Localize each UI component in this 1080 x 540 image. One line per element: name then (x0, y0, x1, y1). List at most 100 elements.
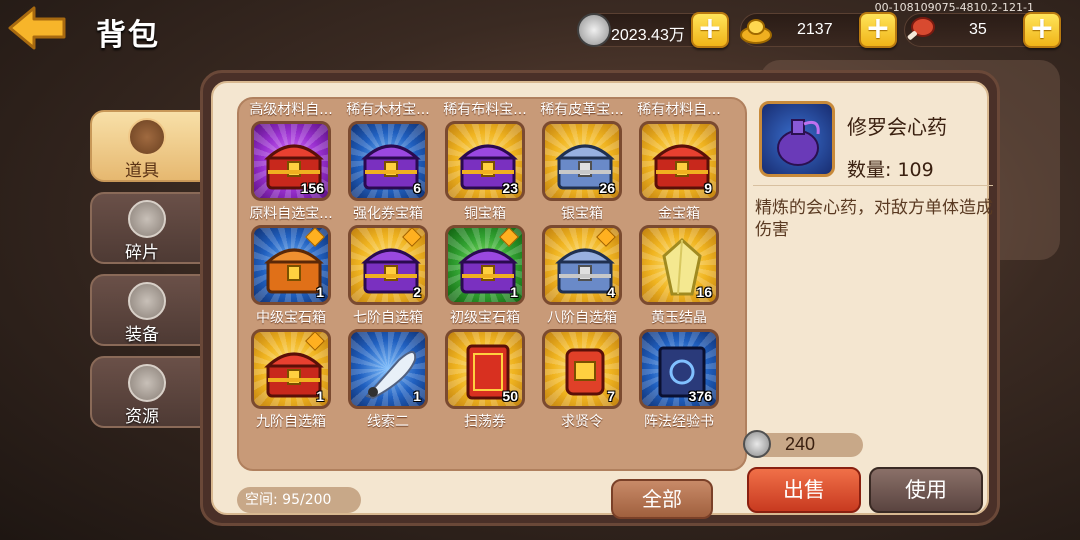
item-name: 线索二 (367, 414, 409, 430)
item-name: 七阶自选箱 (353, 310, 423, 326)
back-arrow-icon[interactable] (6, 4, 68, 52)
sell-price: 240 (743, 430, 863, 458)
item-slot[interactable]: 4 八阶自选箱 (542, 225, 622, 329)
item-name: 九阶自选箱 (256, 414, 326, 430)
item-slot[interactable]: 9 金宝箱 (639, 121, 719, 225)
item-name: 银宝箱 (561, 206, 603, 222)
filter-all-button[interactable]: 全部 (611, 479, 713, 519)
puzzle-icon (128, 200, 166, 238)
item-slot[interactable]: 376 阵法经验书 (639, 329, 719, 433)
item-name: 铜宝箱 (464, 206, 506, 222)
item-name: 阵法经验书 (644, 414, 714, 430)
item-name: 求贤令 (561, 414, 603, 430)
item-frame: 23 (445, 121, 525, 201)
item-slot[interactable]: 2稀有木材宝... (346, 99, 429, 121)
item-grid[interactable]: 10高级材料自...2稀有木材宝...6稀有布料宝...7稀有皮革宝...51稀… (237, 97, 747, 471)
stamina-currency: 35 + (904, 12, 1061, 48)
item-slot[interactable]: 16 黄玉结晶 (639, 225, 719, 329)
potion-icon (759, 101, 835, 177)
item-slot[interactable]: 10高级材料自... (249, 99, 332, 121)
item-slot[interactable]: 1 九阶自选箱 (251, 329, 331, 433)
item-count: 7 (607, 388, 615, 404)
item-frame: 2 (348, 225, 428, 305)
item-name: 高级材料自... (249, 102, 333, 118)
item-frame: 1 (251, 329, 331, 409)
item-count: 4 (607, 284, 615, 300)
item-name: 金宝箱 (658, 206, 700, 222)
add-stamina-button[interactable]: + (1023, 12, 1061, 48)
silver-value: 2023.43万 (611, 27, 685, 44)
item-slot[interactable]: 156 原料自选宝... (249, 121, 333, 225)
item-count: 156 (300, 180, 324, 196)
item-slot[interactable]: 23 铜宝箱 (445, 121, 525, 225)
item-name: 黄玉结晶 (651, 310, 707, 326)
item-frame: 16 (639, 225, 719, 305)
item-slot[interactable]: 26 银宝箱 (542, 121, 622, 225)
tab-items-label: 道具 (125, 161, 159, 181)
item-slot[interactable]: 51稀有材料自... (637, 99, 720, 121)
tab-resources[interactable]: 资源 (90, 356, 204, 428)
inventory-panel: 10高级材料自...2稀有木材宝...6稀有布料宝...7稀有皮革宝...51稀… (200, 70, 1000, 526)
item-slot[interactable]: 6稀有布料宝... (443, 99, 526, 121)
silver-coin-icon (743, 430, 771, 458)
tab-fragments-label: 碎片 (125, 243, 159, 263)
meat-stamina-icon (907, 17, 935, 40)
tab-equipment[interactable]: 装备 (90, 274, 204, 346)
item-frame: 1 (445, 225, 525, 305)
gold-value: 2137 (797, 21, 833, 38)
item-frame: 7 (542, 329, 622, 409)
item-name: 八阶自选箱 (547, 310, 617, 326)
item-count: 1 (413, 388, 421, 404)
item-name: 稀有布料宝... (443, 102, 527, 118)
helmet-icon (128, 282, 166, 320)
item-name: 稀有材料自... (637, 102, 721, 118)
item-count: 16 (696, 284, 712, 300)
add-silver-button[interactable]: + (691, 12, 729, 48)
item-count: 1 (316, 284, 324, 300)
item-slot[interactable]: 2 七阶自选箱 (348, 225, 428, 329)
item-name: 原料自选宝... (249, 206, 333, 222)
item-slot[interactable]: 7 求贤令 (542, 329, 622, 433)
item-name: 扫荡券 (464, 414, 506, 430)
item-name: 稀有木材宝... (346, 102, 430, 118)
tab-resources-label: 资源 (125, 407, 159, 427)
item-frame: 9 (639, 121, 719, 201)
sell-button[interactable]: 出售 (747, 467, 861, 513)
tab-equipment-label: 装备 (125, 325, 159, 345)
item-frame: 376 (639, 329, 719, 409)
item-frame: 1 (348, 329, 428, 409)
item-frame: 156 (251, 121, 331, 201)
item-count: 376 (688, 388, 712, 404)
item-frame: 6 (348, 121, 428, 201)
item-slot[interactable]: 50 扫荡券 (445, 329, 525, 433)
tab-items[interactable]: 道具 (90, 110, 204, 182)
item-frame: 4 (542, 225, 622, 305)
item-count: 1 (316, 388, 324, 404)
item-name: 强化券宝箱 (353, 206, 423, 222)
silver-coin-icon (577, 13, 611, 47)
item-count: 23 (502, 180, 518, 196)
add-gold-button[interactable]: + (859, 12, 897, 48)
item-slot[interactable]: 1 初级宝石箱 (445, 225, 525, 329)
item-count: 6 (413, 180, 421, 196)
page-title: 背包 (96, 18, 160, 53)
item-frame: 1 (251, 225, 331, 305)
item-slot[interactable]: 7稀有皮革宝... (540, 99, 623, 121)
item-slot[interactable]: 1 中级宝石箱 (251, 225, 331, 329)
inventory-panel-inner: 10高级材料自...2稀有木材宝...6稀有布料宝...7稀有皮革宝...51稀… (211, 81, 993, 519)
item-slot[interactable]: 1 线索二 (348, 329, 428, 433)
detail-item-name: 修罗会心药 (847, 115, 947, 139)
sell-price-value: 240 (785, 434, 816, 454)
tab-fragments[interactable]: 碎片 (90, 192, 204, 264)
item-count: 1 (510, 284, 518, 300)
gold-ingot-icon (740, 19, 772, 44)
item-name: 稀有皮革宝... (540, 102, 624, 118)
item-slot[interactable]: 6 强化券宝箱 (348, 121, 428, 225)
detail-item-quantity: 数量: 109 (847, 159, 934, 181)
item-count: 2 (413, 284, 421, 300)
item-count: 50 (502, 388, 518, 404)
use-button[interactable]: 使用 (869, 467, 983, 513)
item-name: 中级宝石箱 (256, 310, 326, 326)
item-count: 9 (704, 180, 712, 196)
space-indicator: 空间: 95/200 (237, 487, 361, 513)
